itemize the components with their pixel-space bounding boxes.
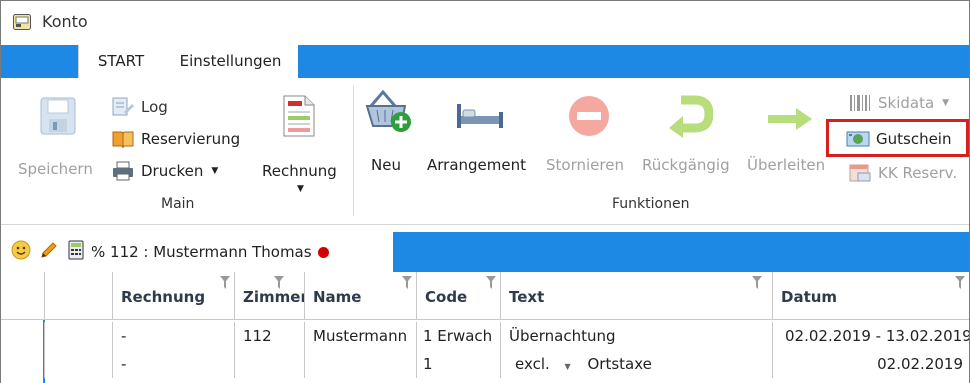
kk-reserv-button[interactable]: KK Reserv.: [848, 162, 957, 184]
cell-code[interactable]: 1: [417, 350, 501, 378]
invoice-label: Rechnung: [262, 162, 337, 180]
highlight-box: [826, 119, 969, 157]
grid-header-code[interactable]: Code: [417, 272, 501, 320]
row-spacer: [1, 350, 45, 378]
table-row[interactable]: - 1 excl. ▼ Ortstaxe 02.02.2019: [1, 350, 969, 378]
ribbon: Speichern Log Reservierung Drucken ▼ Rec…: [1, 78, 969, 225]
filter-icon[interactable]: [486, 276, 496, 294]
unsaved-indicator: [317, 246, 329, 258]
grid-header-text[interactable]: Text: [501, 272, 773, 320]
cell-text[interactable]: Übernachtung: [501, 322, 773, 350]
chevron-down-icon[interactable]: ▼: [565, 362, 571, 371]
save-button[interactable]: Speichern: [17, 92, 103, 182]
cell-datum[interactable]: 02.02.2019: [773, 350, 969, 378]
grid-header-zimmer[interactable]: Zimmer: [235, 272, 305, 320]
tab-einstellungen[interactable]: Einstellungen: [163, 45, 298, 78]
log-label: Log: [141, 98, 168, 116]
arrangement-label: Arrangement: [427, 156, 527, 174]
title-bar: Konto: [1, 1, 969, 46]
bed-icon: [455, 96, 505, 136]
barcode-icon: [850, 95, 870, 111]
forward-label: Überleiten: [747, 156, 826, 174]
filter-icon[interactable]: [402, 276, 412, 294]
reservation-label: Reservierung: [141, 130, 241, 148]
cell-name[interactable]: [305, 350, 417, 378]
cell-rechnung[interactable]: -: [113, 322, 235, 350]
skidata-button[interactable]: Skidata ▼: [848, 92, 949, 114]
group-label-main: Main: [161, 196, 195, 212]
row-marker: [45, 350, 113, 378]
no-entry-icon: [567, 94, 611, 142]
print-label: Drucken: [141, 162, 204, 180]
cell-text[interactable]: excl. ▼ Ortstaxe: [501, 350, 773, 378]
floppy-disk-icon: [39, 96, 77, 140]
tax-mode-select[interactable]: excl.: [515, 355, 550, 373]
text-value: Ortstaxe: [587, 355, 652, 373]
reservation-button[interactable]: Reservierung: [111, 128, 240, 150]
undo-label: Rückgängig: [642, 156, 730, 174]
skidata-label: Skidata: [878, 94, 935, 112]
save-label: Speichern: [18, 160, 93, 178]
filter-icon[interactable]: [274, 276, 284, 294]
new-label: Neu: [371, 156, 401, 174]
chevron-down-icon: ▼: [942, 98, 950, 108]
group-label-funktionen: Funktionen: [612, 196, 690, 212]
log-icon: [112, 97, 134, 116]
forward-button[interactable]: Überleiten: [746, 88, 828, 178]
grid-header-rechnung[interactable]: Rechnung: [113, 272, 235, 320]
row-marker: [45, 322, 113, 350]
grid-header-spacer: [1, 272, 45, 320]
card-calendar-icon: [849, 164, 871, 182]
booking-grid: Rechnung Zimmer Name Code Text Datum - 1…: [1, 272, 969, 383]
row-spacer: [1, 322, 45, 350]
cell-name[interactable]: Mustermann: [305, 322, 417, 350]
window-title: Konto: [42, 12, 88, 31]
undo-arrow-icon: [667, 94, 714, 142]
grid-header-name[interactable]: Name: [305, 272, 417, 320]
header-label: Code: [425, 288, 468, 306]
grid-header-datum[interactable]: Datum: [773, 272, 969, 320]
filter-icon[interactable]: [955, 276, 965, 294]
tab-start[interactable]: START: [78, 45, 164, 78]
header-label: Datum: [781, 288, 838, 306]
calculator-icon[interactable]: [67, 240, 85, 264]
pencil-icon[interactable]: [39, 240, 59, 264]
smiley-icon: [11, 240, 31, 264]
header-label: Rechnung: [121, 288, 206, 306]
cell-zimmer[interactable]: 112: [235, 322, 305, 350]
kk-reserv-label: KK Reserv.: [878, 164, 958, 182]
filter-icon[interactable]: [220, 276, 230, 294]
undo-button[interactable]: Rückgängig: [641, 88, 739, 178]
new-button[interactable]: Neu: [363, 88, 413, 178]
chevron-down-icon: ▼: [297, 184, 304, 194]
cancel-label: Stornieren: [546, 156, 624, 174]
arrow-right-icon: [766, 106, 814, 136]
cell-zimmer[interactable]: [235, 350, 305, 378]
basket-add-icon: [363, 88, 411, 138]
invoice-button[interactable]: Rechnung ▼: [259, 92, 345, 194]
group-divider: [353, 86, 354, 216]
cell-rechnung[interactable]: -: [113, 350, 235, 378]
document-tab[interactable]: % 112 : Mustermann Thomas: [1, 232, 393, 272]
cancel-button[interactable]: Stornieren: [545, 88, 637, 178]
ribbon-tab-strip: START Einstellungen: [1, 45, 969, 78]
cell-code[interactable]: 1 Erwach: [417, 322, 501, 350]
filter-icon[interactable]: [752, 276, 762, 294]
document-tab-title: % 112 : Mustermann Thomas: [91, 243, 312, 261]
book-icon: [112, 131, 134, 149]
arrangement-button[interactable]: Arrangement: [425, 88, 535, 178]
chevron-down-icon: ▼: [211, 166, 219, 176]
print-button[interactable]: Drucken ▼: [111, 160, 218, 182]
app-icon: [13, 14, 31, 30]
grid-header-marker: [45, 272, 113, 320]
document-tab-strip: % 112 : Mustermann Thomas: [1, 232, 969, 272]
header-label: Name: [313, 288, 362, 306]
cell-datum[interactable]: 02.02.2019 - 13.02.2019: [773, 322, 969, 350]
invoice-document-icon: [281, 94, 317, 142]
table-row[interactable]: - 112 Mustermann 1 Erwach Übernachtung 0…: [1, 322, 969, 350]
log-button[interactable]: Log: [111, 96, 168, 118]
printer-icon: [113, 161, 133, 181]
header-label: Text: [509, 288, 545, 306]
